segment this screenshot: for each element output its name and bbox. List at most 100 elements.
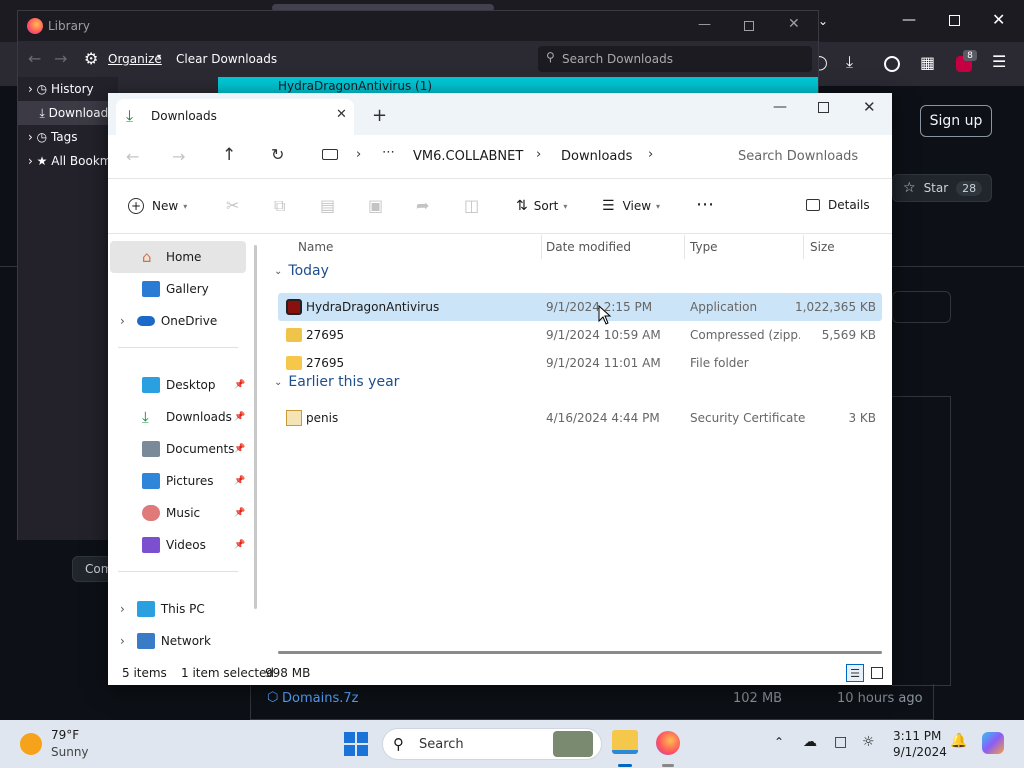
explorer-maximize-icon[interactable] [818, 102, 829, 113]
horizontal-scrollbar[interactable] [278, 651, 882, 654]
back-arrow-icon[interactable]: ← [126, 147, 139, 166]
weather-temp[interactable]: 79°F [51, 728, 79, 742]
downloads-toolbar-icon[interactable]: ⤓ [846, 52, 853, 72]
pin-icon[interactable]: 📌 [234, 444, 245, 454]
clock-date[interactable]: 9/1/2024 [893, 745, 947, 759]
explorer-minimize-icon[interactable]: — [773, 99, 787, 115]
nav-gallery[interactable]: Gallery [110, 273, 209, 305]
restore-icon[interactable] [949, 15, 960, 26]
details-view-icon[interactable]: ☰ [846, 664, 864, 682]
explorer-close-icon[interactable]: ✕ [863, 98, 876, 116]
nav-downloads[interactable]: ⤓ Downloads 📌 [110, 401, 248, 433]
release-asset-name[interactable]: Domains.7z [282, 691, 358, 706]
close-icon[interactable]: ✕ [992, 10, 1005, 29]
back-arrow-icon[interactable]: ← [28, 49, 41, 68]
nav-music[interactable]: Music 📌 [110, 497, 248, 529]
column-type[interactable]: Type [690, 240, 718, 254]
file-row[interactable]: HydraDragonAntivirus 9/1/2024 2:15 PM Ap… [278, 293, 882, 321]
star-button[interactable]: ☆ Star 28 [892, 174, 992, 202]
nav-desktop[interactable]: Desktop 📌 [110, 369, 248, 401]
column-divider[interactable] [803, 235, 804, 259]
tab-downloads[interactable]: ⤓ Downloads ✕ [116, 99, 354, 135]
clock-time[interactable]: 3:11 PM [893, 729, 941, 743]
tab-list-chevron-icon[interactable]: ⌄ [818, 14, 828, 28]
address-bar[interactable]: › ⋯ VM6.COLLABNET › Downloads › [308, 141, 716, 173]
share-icon[interactable]: ➦ [416, 196, 429, 215]
chevron-right-icon[interactable]: › [120, 314, 125, 328]
nav-network[interactable]: › Network [110, 625, 211, 657]
pin-icon[interactable]: 📌 [234, 380, 245, 390]
explorer-search-input[interactable]: Search Downloads [724, 141, 884, 173]
nav-onedrive[interactable]: › OneDrive [110, 305, 217, 337]
account-icon[interactable] [884, 56, 900, 72]
onedrive-icon[interactable]: ☁ [803, 734, 817, 750]
comment-button[interactable]: Com [72, 556, 112, 582]
nav-videos[interactable]: Videos 📌 [110, 529, 248, 561]
library-item-bookmarks[interactable]: › ★ All Bookmarks [18, 149, 118, 173]
copy-icon[interactable]: ⧉ [274, 196, 285, 216]
minimize-icon[interactable]: — [902, 12, 916, 28]
column-divider[interactable] [541, 235, 542, 259]
weather-desc[interactable]: Sunny [51, 745, 89, 759]
view-button[interactable]: ☰ View ▾ [602, 198, 660, 214]
column-divider[interactable] [684, 235, 685, 259]
signup-button[interactable]: Sign up [920, 105, 992, 137]
column-date[interactable]: Date modified [546, 240, 631, 254]
group-header-earlier[interactable]: ⌄ Earlier this year [274, 374, 399, 390]
group-header-today[interactable]: ⌄ Today [274, 263, 329, 279]
column-name[interactable]: Name [298, 240, 333, 254]
notification-bell-icon[interactable]: 🔔 [950, 733, 967, 749]
overflow-dots-icon[interactable]: ⋯ [382, 145, 395, 160]
new-button[interactable]: + New ▾ [128, 198, 187, 214]
extensions-icon[interactable]: ▦ [920, 53, 935, 72]
pin-icon[interactable]: 📌 [234, 508, 245, 518]
column-size[interactable]: Size [810, 240, 835, 254]
forward-arrow-icon[interactable]: → [172, 147, 185, 166]
file-row[interactable]: 27695 9/1/2024 10:59 AM Compressed (zipp… [278, 321, 882, 349]
chevron-right-icon[interactable]: › [120, 634, 125, 648]
nav-pictures[interactable]: Pictures 📌 [110, 465, 248, 497]
menu-icon[interactable]: ☰ [992, 52, 1006, 71]
library-item-tags[interactable]: › ◷ Tags [18, 125, 118, 149]
more-options-icon[interactable]: ⋯ [696, 194, 714, 215]
display-icon[interactable]: □ [834, 734, 847, 750]
library-close-icon[interactable]: ✕ [788, 16, 800, 32]
library-search-input[interactable]: ⚲ Search Downloads [538, 46, 812, 72]
windows-start-icon[interactable] [344, 732, 368, 756]
rename-icon[interactable]: ▣ [368, 196, 383, 215]
nav-documents[interactable]: Documents 📌 [110, 433, 248, 465]
delete-icon[interactable]: ◫ [464, 196, 479, 215]
library-item-history[interactable]: › ◷ History [18, 77, 118, 101]
clear-downloads-button[interactable]: Clear Downloads [176, 52, 277, 66]
organize-button[interactable]: Organize [108, 52, 162, 66]
nav-scrollbar[interactable] [254, 245, 257, 609]
pin-icon[interactable]: 📌 [234, 540, 245, 550]
copilot-icon[interactable] [982, 732, 1004, 754]
file-row[interactable]: penis 4/16/2024 4:44 PM Security Certifi… [278, 404, 882, 432]
forward-arrow-icon[interactable]: → [54, 49, 67, 68]
file-explorer-taskbar-icon[interactable] [612, 730, 638, 754]
tab-close-icon[interactable]: ✕ [336, 107, 347, 122]
library-minimize-icon[interactable]: — [698, 17, 711, 32]
chevron-up-icon[interactable]: ⌃ [774, 735, 784, 749]
cut-icon[interactable]: ✂ [226, 196, 239, 215]
tiles-view-icon[interactable] [871, 667, 883, 679]
up-arrow-icon[interactable]: ↑ [222, 145, 236, 165]
chevron-right-icon[interactable]: › [120, 602, 125, 616]
nav-home[interactable]: ⌂ Home [110, 241, 246, 273]
file-row[interactable]: 27695 9/1/2024 11:01 AM File folder [278, 349, 882, 377]
refresh-icon[interactable]: ↻ [271, 145, 284, 164]
nav-thispc[interactable]: › This PC [110, 593, 205, 625]
pin-icon[interactable]: 📌 [234, 476, 245, 486]
pin-icon[interactable]: 📌 [234, 412, 245, 422]
paste-icon[interactable]: ▤ [320, 196, 335, 215]
firefox-taskbar-icon[interactable] [656, 731, 680, 755]
network-icon[interactable]: ☼ [862, 734, 875, 750]
library-maximize-icon[interactable] [744, 21, 754, 31]
taskbar-search[interactable]: ⚲ Search [382, 728, 602, 760]
new-tab-plus-icon[interactable]: + [372, 105, 387, 126]
breadcrumb-computer[interactable]: VM6.COLLABNET [413, 149, 523, 164]
library-item-downloads[interactable]: ⤓ Downloads [18, 101, 118, 125]
breadcrumb-downloads[interactable]: Downloads [561, 149, 632, 164]
sort-button[interactable]: ⇅ Sort ▾ [516, 198, 567, 214]
